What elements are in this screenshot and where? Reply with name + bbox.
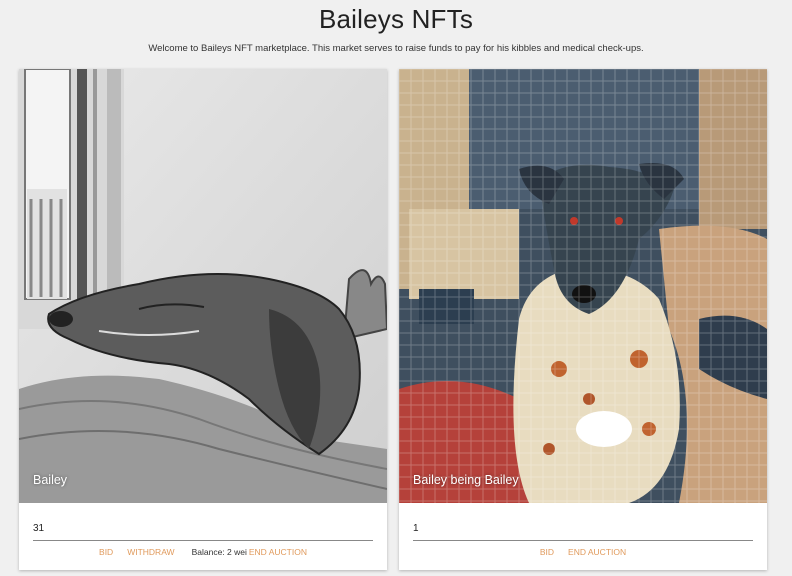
page-subtitle: Welcome to Baileys NFT marketplace. This…: [148, 43, 644, 54]
nft-image-sketch: Bailey: [19, 69, 387, 503]
nft-image-mosaic: Bailey being Bailey: [399, 69, 767, 503]
withdraw-button[interactable]: WITHDRAW: [120, 547, 181, 557]
bid-amount-input[interactable]: [413, 517, 753, 541]
card-actions: BID WITHDRAW Balance: 2 wei END AUCTION: [19, 547, 387, 557]
bid-button[interactable]: BID: [533, 547, 561, 557]
nft-card: Bailey being Bailey BID END AUCTION: [399, 69, 767, 570]
end-auction-button[interactable]: END AUCTION: [561, 547, 633, 557]
page-title: Baileys NFTs: [318, 4, 474, 34]
end-auction-button[interactable]: END AUCTION: [247, 547, 314, 557]
nft-title: Bailey: [33, 473, 68, 487]
card-actions: BID END AUCTION: [399, 547, 767, 557]
nft-title: Bailey being Bailey: [413, 473, 519, 487]
bid-amount-input[interactable]: [33, 517, 373, 541]
bid-button[interactable]: BID: [92, 547, 120, 557]
nft-card: Bailey BID WITHDRAW Balance: 2 wei END A…: [19, 69, 387, 570]
balance-text: Balance: 2 wei: [191, 547, 247, 557]
